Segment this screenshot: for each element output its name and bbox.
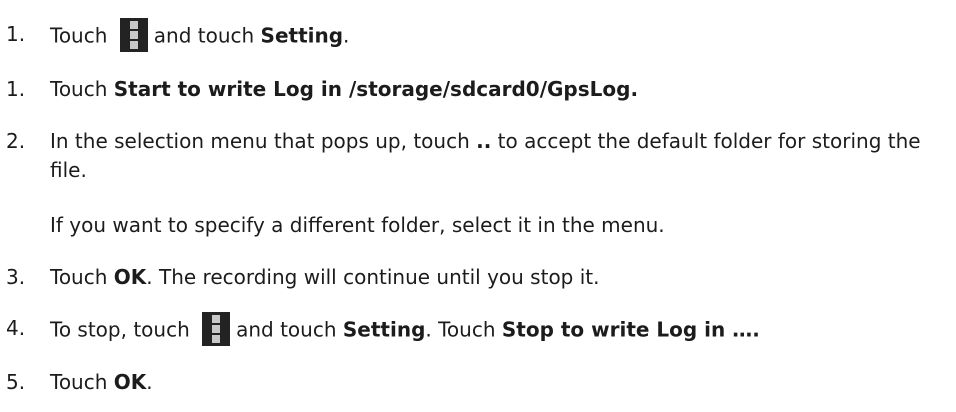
step-number: 4.: [6, 316, 26, 340]
step-text: To stop, touch and touch Setting. Touch …: [50, 312, 760, 348]
step-note-text: If you want to specify a different folde…: [50, 213, 665, 237]
start-log-label: Start to write Log in /storage/sdcard0/G…: [113, 77, 639, 101]
step-text: In the selection menu that pops up, touc…: [50, 127, 950, 185]
parent-folder-label: ..: [476, 129, 492, 153]
step-text-part: . Touch: [425, 317, 496, 342]
step-number: 3.: [6, 265, 26, 289]
step-text-part: and touch: [153, 23, 255, 48]
step-text: Touch and touch Setting.: [50, 18, 350, 54]
step-text: Touch OK.: [50, 368, 153, 397]
ok-label: OK: [113, 265, 147, 289]
step-number: 2.: [6, 129, 26, 153]
step-text: Touch OK. The recording will continue un…: [50, 263, 600, 292]
overflow-menu-icon: [119, 18, 148, 52]
step-number: 5.: [6, 370, 26, 394]
step-text-part: Touch: [50, 23, 108, 48]
step-text-part: In the selection menu that pops up, touc…: [50, 129, 470, 153]
step-text-part: Touch: [50, 370, 108, 394]
ok-label: OK: [113, 370, 147, 394]
stop-log-label: Stop to write Log in ….: [501, 317, 760, 342]
step-text: Touch Start to write Log in /storage/sdc…: [50, 75, 638, 104]
step-text-part: and touch: [236, 317, 337, 342]
step-text-part: Touch: [50, 265, 108, 289]
step-number: 1.: [6, 77, 26, 101]
setting-label: Setting: [342, 317, 426, 342]
step-text-part: .: [343, 23, 350, 48]
overflow-menu-icon: [202, 312, 231, 346]
step-text-part: To stop, touch: [50, 317, 190, 342]
step-text-part: Touch: [50, 77, 108, 101]
step-text-part: . The recording will continue until you …: [146, 265, 600, 289]
step-number: 1.: [6, 22, 26, 46]
step-text-part: .: [146, 370, 153, 394]
setting-label: Setting: [260, 23, 344, 48]
